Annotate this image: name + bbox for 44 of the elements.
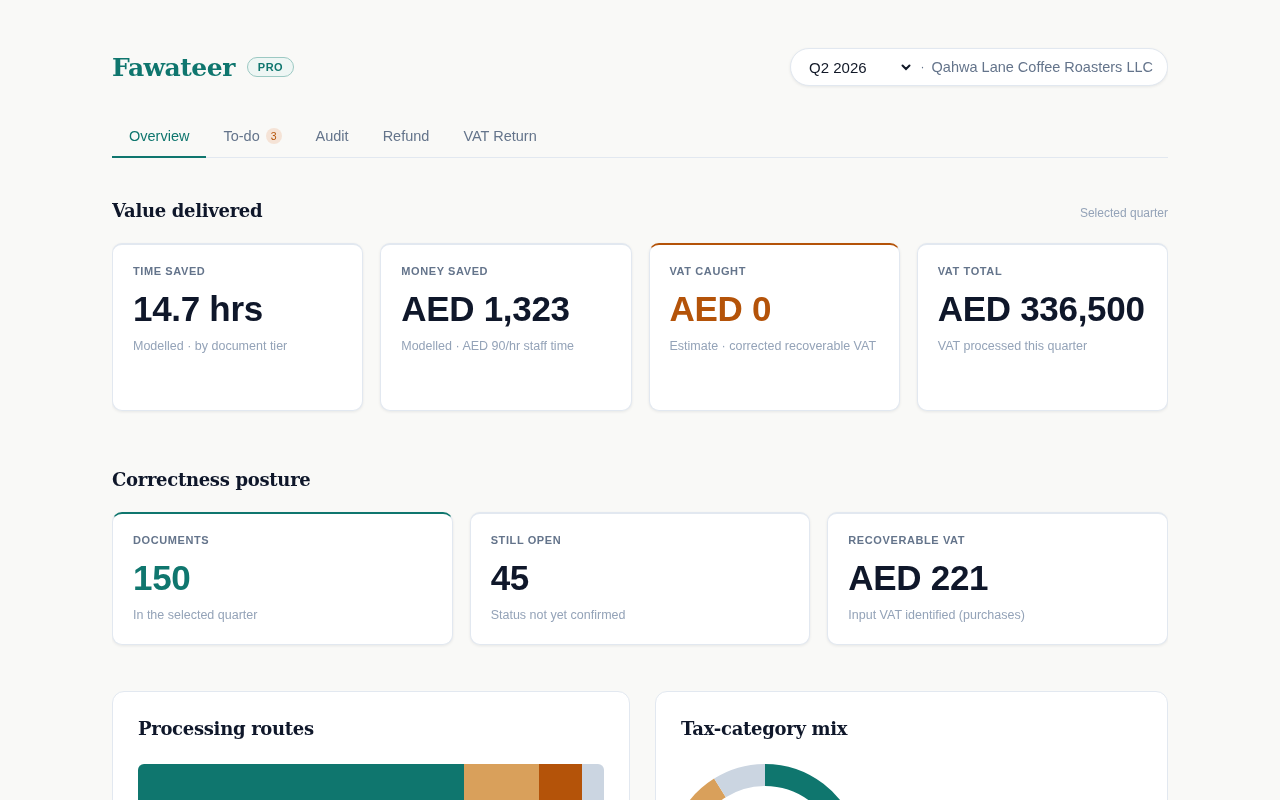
metric-caption: Input VAT identified (purchases) [848,607,1026,624]
brand-name: Fawateer [112,52,235,82]
company-name: Qahwa Lane Coffee Roasters LLC [931,59,1153,75]
section-title: Value delivered [112,200,263,221]
section-note: Selected quarter [1079,206,1168,220]
metric-value: 14.7 hrs [133,291,264,327]
count-badge: 3 [265,128,282,144]
metric-label: MONEY SAVED [401,265,490,277]
panel-title: Processing routes [138,718,315,739]
metric-value: 45 [490,560,530,596]
quarter-value: Q2 2026 [809,58,867,76]
period-selector[interactable]: Q2 2026 · Qahwa Lane Coffee Roasters LLC [790,48,1168,86]
metric-caption: Status not yet confirmed [490,607,627,624]
tab[interactable]: VAT Return [446,116,554,158]
plan-badge: PRO [246,57,295,77]
tab[interactable]: Audit [298,116,366,158]
tab-label: To-do [223,128,260,144]
chevron-down-icon [900,63,911,71]
metric-value: AED 221 [848,560,990,596]
metric-label: STILL OPEN [490,534,563,546]
tab-label: Refund [382,128,430,144]
metric-label: DOCUMENTS [133,534,211,546]
metric-caption: Modelled · AED 90/hr staff time [401,338,576,355]
metric-label: VAT CAUGHT [669,265,747,277]
tab[interactable]: Overview [112,116,207,158]
metric-value: AED 1,323 [401,291,571,327]
metric-value: AED 336,500 [937,291,1146,327]
metric-caption: Estimate · corrected recoverable VAT [669,338,878,355]
metric-label: VAT TOTAL [937,265,1004,277]
section-title: Correctness posture [112,469,311,490]
metric-label: RECOVERABLE VAT [848,534,967,546]
tab-label: Overview [129,128,190,144]
metric-caption: In the selected quarter [133,607,259,624]
tab-label: VAT Return [463,128,537,144]
metric-value: AED 0 [669,291,773,327]
tab-label: Audit [315,128,349,144]
separator: · [920,60,925,74]
metric-caption: VAT processed this quarter [937,338,1089,355]
tab[interactable]: Refund [365,116,447,158]
metric-label: TIME SAVED [133,265,207,277]
panel-title: Tax-category mix [681,718,849,739]
metric-value: 150 [133,560,192,596]
tab[interactable]: To-do 3 [206,116,299,158]
metric-caption: Modelled · by document tier [133,338,289,355]
